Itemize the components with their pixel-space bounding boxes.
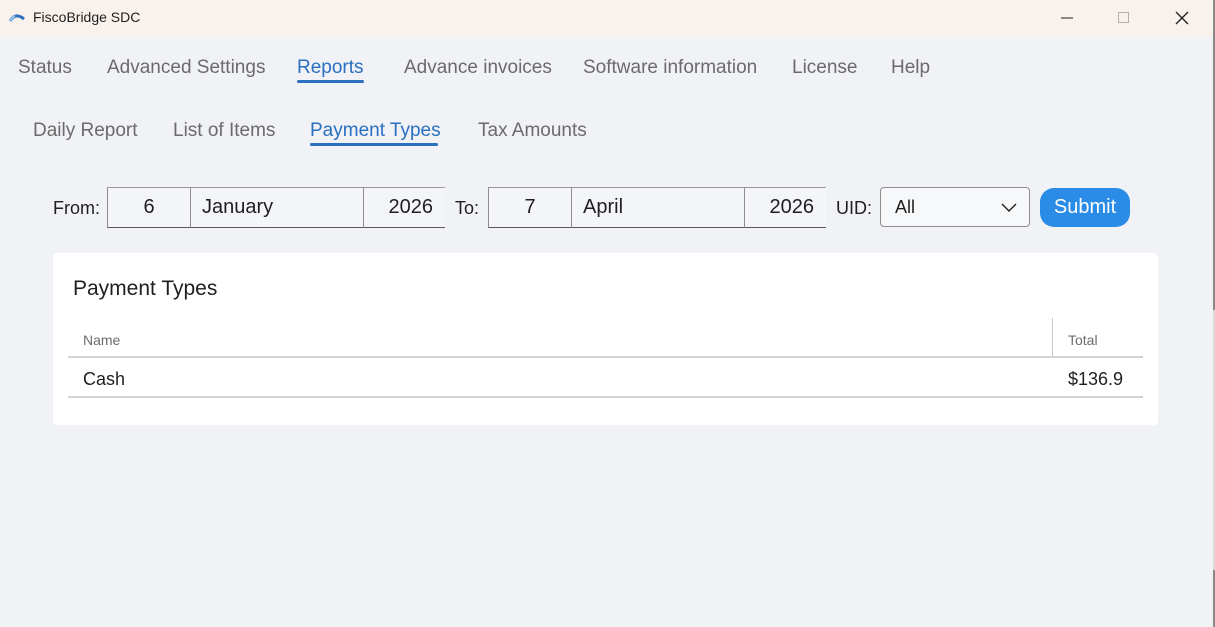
tab-help[interactable]: Help xyxy=(891,57,930,79)
tab-reports[interactable]: Reports xyxy=(297,57,364,79)
column-header-total[interactable]: Total xyxy=(1068,332,1098,348)
from-month-field[interactable]: January xyxy=(190,187,363,228)
minimize-button[interactable] xyxy=(1044,0,1090,36)
payment-types-card: Payment Types Name Total Cash $136.9 xyxy=(53,253,1158,425)
submit-button[interactable]: Submit xyxy=(1040,188,1130,227)
uid-label: UID: xyxy=(836,198,872,218)
window-title: FiscoBridge SDC xyxy=(33,9,141,25)
close-icon xyxy=(1175,11,1189,25)
tab-status[interactable]: Status xyxy=(18,57,72,79)
chevron-down-icon xyxy=(1001,203,1017,212)
from-label: From: xyxy=(53,198,100,218)
title-bar: FiscoBridge SDC xyxy=(0,0,1213,36)
to-label: To: xyxy=(455,198,480,218)
uid-select[interactable]: All xyxy=(880,187,1030,227)
maximize-icon xyxy=(1118,12,1129,23)
to-year-field[interactable]: 2026 xyxy=(744,187,826,228)
subtab-daily-report[interactable]: Daily Report xyxy=(33,120,138,142)
header-divider xyxy=(68,356,1143,358)
column-header-name[interactable]: Name xyxy=(83,332,120,348)
subtab-payment-types[interactable]: Payment Types xyxy=(310,120,441,142)
row-cash-name: Cash xyxy=(83,369,126,389)
column-divider[interactable] xyxy=(1052,318,1053,356)
tab-license[interactable]: License xyxy=(792,57,858,79)
tab-reports-underline xyxy=(297,80,364,83)
app-logo-icon xyxy=(9,14,25,22)
subtab-tax-amounts[interactable]: Tax Amounts xyxy=(478,120,587,142)
subtab-payment-types-underline xyxy=(310,143,438,146)
row-cash-total: $136.9 xyxy=(1068,369,1124,389)
close-button[interactable] xyxy=(1159,0,1205,36)
subtab-list-of-items[interactable]: List of Items xyxy=(173,120,275,142)
from-year-field[interactable]: 2026 xyxy=(363,187,445,228)
to-month-field[interactable]: April xyxy=(571,187,744,228)
to-day-field[interactable]: 7 xyxy=(488,187,571,228)
tab-advanced-settings[interactable]: Advanced Settings xyxy=(107,57,265,79)
maximize-button[interactable] xyxy=(1101,0,1147,36)
row-divider xyxy=(68,396,1143,398)
tab-advance-invoices[interactable]: Advance invoices xyxy=(404,57,552,79)
card-title: Payment Types xyxy=(73,277,218,300)
uid-select-value: All xyxy=(895,196,916,217)
minimize-icon xyxy=(1061,17,1073,19)
from-day-field[interactable]: 6 xyxy=(107,187,190,228)
tab-software-information[interactable]: Software information xyxy=(583,57,757,79)
